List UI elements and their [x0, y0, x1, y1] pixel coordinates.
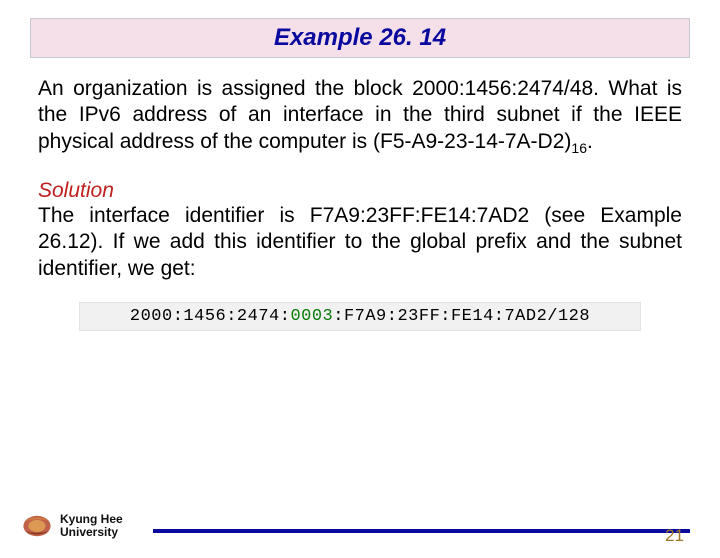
university-line2: University — [60, 526, 123, 539]
university-logo-icon — [20, 512, 54, 540]
ipv6-interface: :F7A9:23FF:FE14:7AD2/128 — [333, 307, 590, 326]
university-name: Kyung Hee University — [60, 513, 123, 539]
example-header: Example 26. 14 — [30, 18, 690, 58]
solution-heading: Solution — [38, 179, 682, 203]
mac-address: (F5-A9-23-14-7A-D2) — [373, 130, 571, 153]
problem-part-a: An organization is assigned the block — [38, 77, 412, 100]
block-address: 2000:1456:2474/48 — [412, 77, 593, 100]
subscript-16: 16 — [571, 140, 587, 156]
page-number: 21 — [665, 526, 684, 546]
footer-divider — [153, 529, 690, 533]
footer: Kyung Hee University 21 — [20, 512, 690, 540]
ipv6-prefix: 2000:1456:2474: — [130, 307, 291, 326]
footer-inner: Kyung Hee University — [20, 512, 690, 540]
example-title: Example 26. 14 — [274, 24, 446, 51]
problem-text: An organization is assigned the block 20… — [38, 76, 682, 157]
ipv6-result-box: 2000:1456:2474:0003:F7A9:23FF:FE14:7AD2/… — [79, 302, 641, 331]
ipv6-subnet: 0003 — [290, 307, 333, 326]
solution-body: The interface identifier is F7A9:23FF:FE… — [38, 203, 682, 282]
problem-part-c: . — [587, 130, 593, 153]
